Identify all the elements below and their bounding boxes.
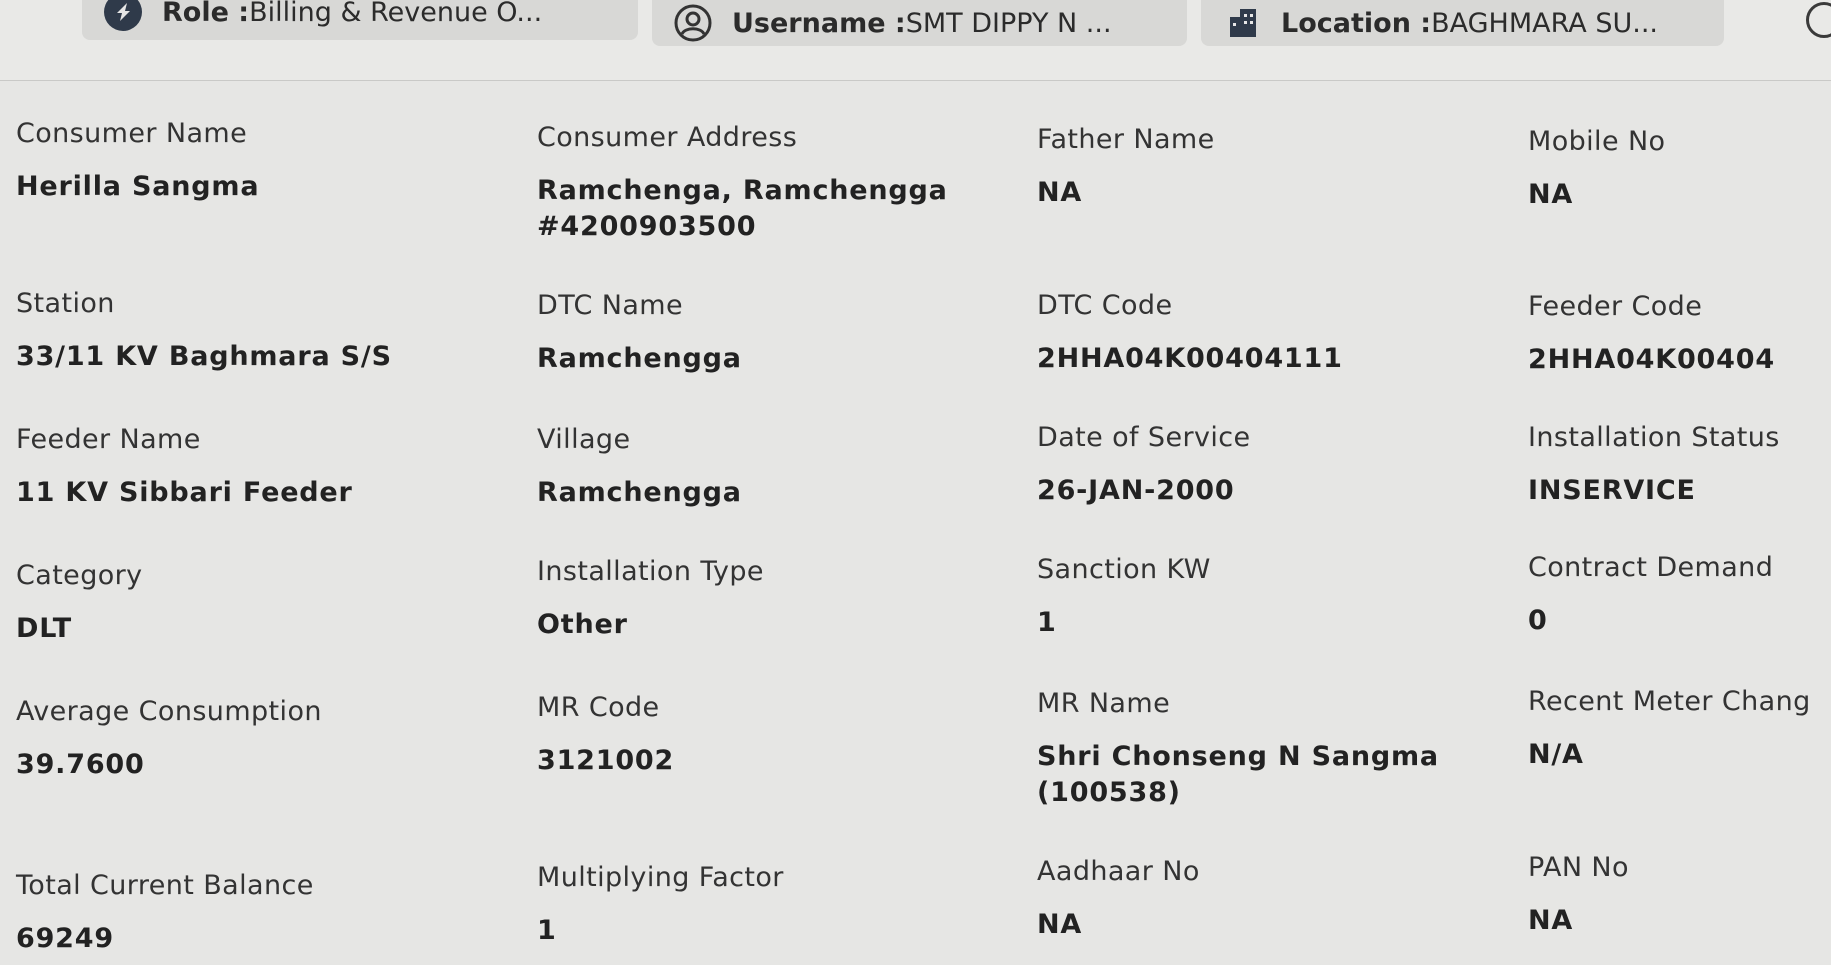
field-label: Father Name: [1037, 124, 1215, 155]
top-bar: Role : Billing & Revenue O... Username :S…: [0, 0, 1831, 81]
field-label: MR Name: [1037, 688, 1171, 719]
field-feeder-name: Feeder Name 11 KV Sibbari Feeder: [16, 424, 516, 511]
field-value: 26-JAN-2000: [1037, 475, 1235, 506]
role-value: Billing & Revenue O...: [249, 0, 543, 28]
field-total-current-balance: Total Current Balance 69249: [16, 870, 516, 957]
field-label: Date of Service: [1037, 422, 1251, 453]
field-date-of-service: Date of Service 26-JAN-2000: [1037, 422, 1497, 509]
field-aadhaar-no: Aadhaar No NA: [1037, 856, 1497, 943]
location-label: Location :: [1281, 7, 1432, 39]
user-circle-icon: [672, 2, 714, 44]
field-label: Multiplying Factor: [537, 862, 784, 893]
field-consumer-name: Consumer Name Herilla Sangma: [16, 118, 516, 205]
field-value: 33/11 KV Baghmara S/S: [16, 341, 392, 372]
location-chip[interactable]: Location : BAGHMARA SU...: [1201, 0, 1724, 46]
field-value: 3121002: [537, 745, 675, 776]
field-installation-status: Installation Status INSERVICE: [1528, 422, 1831, 509]
field-value: INSERVICE: [1528, 475, 1696, 506]
field-label: Contract Demand: [1528, 552, 1774, 583]
field-dtc-code: DTC Code 2HHA04K00404111: [1037, 290, 1497, 377]
field-value: DLT: [16, 613, 72, 644]
field-average-consumption: Average Consumption 39.7600: [16, 696, 516, 783]
field-installation-type: Installation Type Other: [537, 556, 997, 643]
field-value: N/A: [1528, 739, 1584, 770]
field-label: Category: [16, 560, 143, 591]
field-label: Feeder Code: [1528, 291, 1703, 322]
field-label: Consumer Address: [537, 122, 798, 153]
field-value: Ramchengga: [537, 343, 742, 374]
field-feeder-code: Feeder Code 2HHA04K00404: [1528, 291, 1831, 378]
field-dtc-name: DTC Name Ramchengga: [537, 290, 997, 377]
field-father-name: Father Name NA: [1037, 124, 1497, 211]
role-label: Role :: [162, 0, 250, 28]
field-label: Aadhaar No: [1037, 856, 1200, 887]
field-value: Ramchenga, Ramchengga #4200903500: [537, 175, 948, 242]
field-value: 39.7600: [16, 749, 145, 780]
field-value: 11 KV Sibbari Feeder: [16, 477, 353, 508]
field-category: Category DLT: [16, 560, 516, 647]
field-value: NA: [1528, 179, 1574, 210]
field-mr-code: MR Code 3121002: [537, 692, 997, 779]
field-label: Sanction KW: [1037, 554, 1211, 585]
field-sanction-kw: Sanction KW 1: [1037, 554, 1497, 641]
field-label: Station: [16, 288, 115, 319]
location-value: BAGHMARA SU...: [1431, 7, 1658, 39]
role-chip[interactable]: Role : Billing & Revenue O...: [82, 0, 638, 40]
field-label: MR Code: [537, 692, 660, 723]
field-mobile-no: Mobile No NA: [1528, 126, 1831, 213]
field-value: Shri Chonseng N Sangma (100538): [1037, 741, 1439, 808]
field-value: NA: [1037, 909, 1083, 940]
field-label: DTC Code: [1037, 290, 1173, 321]
field-contract-demand: Contract Demand 0: [1528, 552, 1831, 639]
field-value: 1: [1037, 607, 1057, 638]
field-pan-no: PAN No NA: [1528, 852, 1831, 939]
username-label: Username :: [732, 7, 906, 39]
field-value: Ramchengga: [537, 477, 742, 508]
field-label: Recent Meter Chang: [1528, 686, 1811, 717]
field-value: NA: [1037, 177, 1083, 208]
field-value: 2HHA04K00404111: [1037, 343, 1343, 374]
field-label: Consumer Name: [16, 118, 248, 149]
field-value: 0: [1528, 605, 1548, 636]
field-label: DTC Name: [537, 290, 683, 321]
field-value: NA: [1528, 905, 1574, 936]
field-label: PAN No: [1528, 852, 1629, 883]
field-multiplying-factor: Multiplying Factor 1: [537, 862, 997, 949]
field-label: Total Current Balance: [16, 870, 314, 901]
role-icon: [102, 0, 144, 33]
field-station: Station 33/11 KV Baghmara S/S: [16, 288, 516, 375]
field-label: Village: [537, 424, 631, 455]
field-label: Installation Status: [1528, 422, 1780, 453]
field-value: 1: [537, 915, 557, 946]
field-label: Feeder Name: [16, 424, 201, 455]
username-value: SMT DIPPY N ...: [905, 7, 1112, 39]
field-label: Average Consumption: [16, 696, 322, 727]
field-label: Mobile No: [1528, 126, 1666, 157]
field-consumer-address: Consumer Address Ramchenga, Ramchengga #…: [537, 122, 997, 245]
field-value: Herilla Sangma: [16, 171, 260, 202]
field-value: 69249: [16, 923, 114, 954]
field-value: 2HHA04K00404: [1528, 344, 1775, 375]
field-value: Other: [537, 609, 628, 640]
field-village: Village Ramchengga: [537, 424, 997, 511]
logout-icon[interactable]: [1806, 2, 1831, 38]
field-mr-name: MR Name Shri Chonseng N Sangma (100538): [1037, 688, 1477, 811]
username-chip[interactable]: Username : SMT DIPPY N ...: [652, 0, 1187, 46]
field-recent-meter-change: Recent Meter Chang N/A: [1528, 686, 1831, 773]
building-icon: [1221, 2, 1263, 44]
field-label: Installation Type: [537, 556, 764, 587]
